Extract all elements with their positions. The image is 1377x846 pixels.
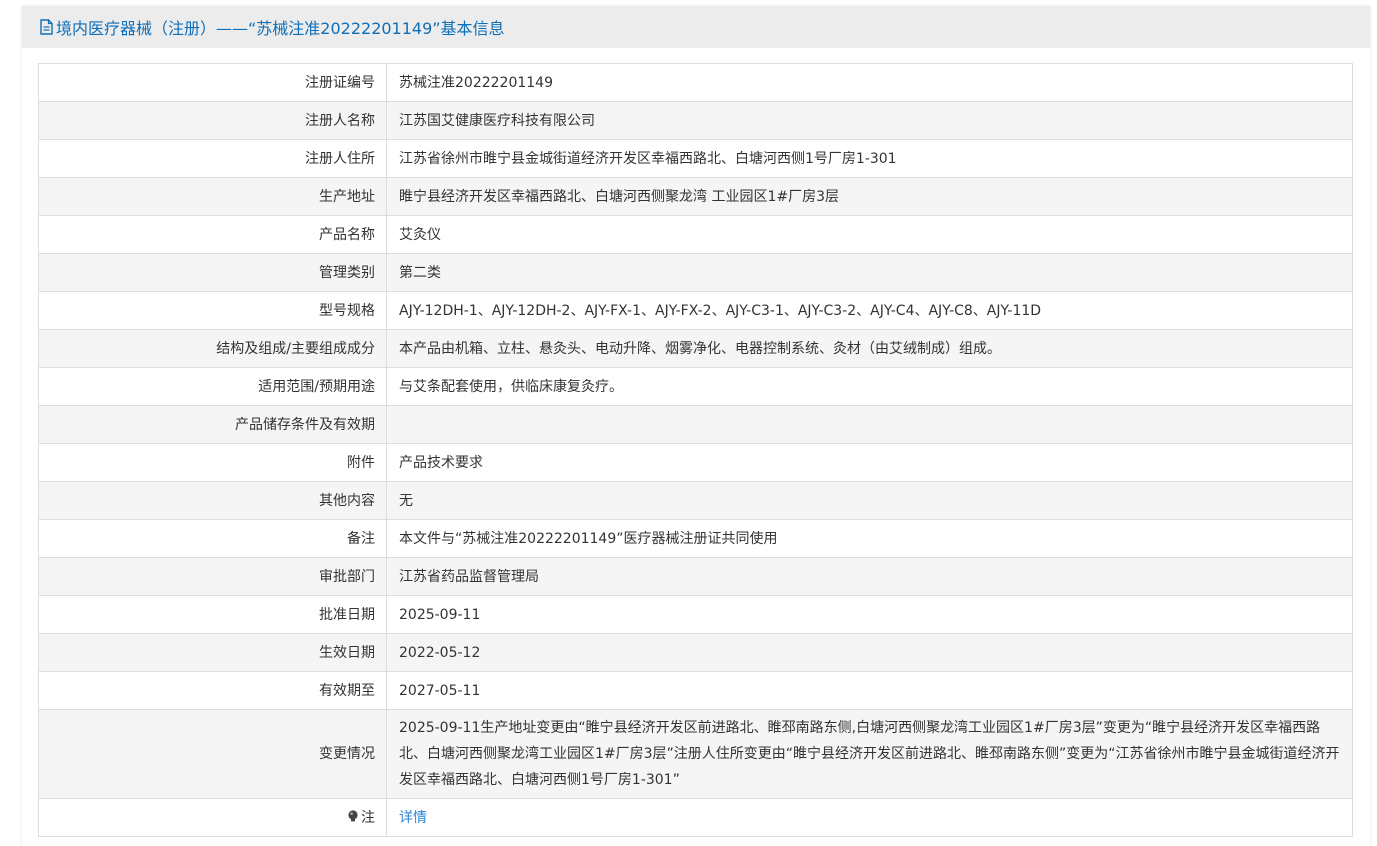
table-row: 注册人住所 江苏省徐州市睢宁县金城街道经济开发区幸福西路北、白塘河西侧1号厂房1…: [38, 139, 1353, 178]
row-label: 适用范围/预期用途: [38, 367, 387, 406]
row-value: 2025-09-11生产地址变更由“睢宁县经济开发区前进路北、睢邳南路东侧,白塘…: [386, 709, 1353, 799]
row-value: 2022-05-12: [386, 633, 1353, 672]
row-label: 其他内容: [38, 481, 387, 520]
table-row: 生产地址 睢宁县经济开发区幸福西路北、白塘河西侧聚龙湾 工业园区1#厂房3层: [38, 177, 1353, 216]
note-label: 注: [361, 809, 375, 826]
row-value: 2027-05-11: [386, 671, 1353, 710]
table-row: 有效期至 2027-05-11: [38, 671, 1353, 710]
row-value: 无: [386, 481, 1353, 520]
table-row: 结构及组成/主要组成成分 本产品由机箱、立柱、悬灸头、电动升降、烟雾净化、电器控…: [38, 329, 1353, 368]
table-row: 产品储存条件及有效期: [38, 405, 1353, 444]
table-row: 备注 本文件与“苏械注准20222201149”医疗器械注册证共同使用: [38, 519, 1353, 558]
row-value: 2025-09-11: [386, 595, 1353, 634]
panel-header: 境内医疗器械（注册）——“苏械注准20222201149”基本信息: [22, 6, 1370, 48]
table-row: 变更情况 2025-09-11生产地址变更由“睢宁县经济开发区前进路北、睢邳南路…: [38, 709, 1353, 799]
row-value: 江苏省徐州市睢宁县金城街道经济开发区幸福西路北、白塘河西侧1号厂房1-301: [386, 139, 1353, 178]
info-table-wrapper: 注册证编号 苏械注准20222201149 注册人名称 江苏国艾健康医疗科技有限…: [38, 63, 1353, 837]
row-label: 生效日期: [38, 633, 387, 672]
note-label-cell: 注: [38, 798, 387, 837]
row-value: 本文件与“苏械注准20222201149”医疗器械注册证共同使用: [386, 519, 1353, 558]
info-table-body: 注册证编号 苏械注准20222201149 注册人名称 江苏国艾健康医疗科技有限…: [38, 63, 1353, 837]
row-value: 第二类: [386, 253, 1353, 292]
row-label: 产品名称: [38, 215, 387, 254]
table-row: 审批部门 江苏省药品监督管理局: [38, 557, 1353, 596]
table-row: 注册人名称 江苏国艾健康医疗科技有限公司: [38, 101, 1353, 140]
row-value: 江苏省药品监督管理局: [386, 557, 1353, 596]
row-label: 附件: [38, 443, 387, 482]
row-label: 注册人住所: [38, 139, 387, 178]
details-link[interactable]: 详情: [399, 810, 427, 826]
note-value-cell: 详情: [386, 798, 1353, 837]
table-row: 适用范围/预期用途 与艾条配套使用，供临床康复灸疗。: [38, 367, 1353, 406]
table-row: 附件 产品技术要求: [38, 443, 1353, 482]
row-value: 与艾条配套使用，供临床康复灸疗。: [386, 367, 1353, 406]
row-label: 注册人名称: [38, 101, 387, 140]
document-icon: [40, 19, 53, 35]
table-row: 型号规格 AJY-12DH-1、AJY-12DH-2、AJY-FX-1、AJY-…: [38, 291, 1353, 330]
row-label: 备注: [38, 519, 387, 558]
table-row: 生效日期 2022-05-12: [38, 633, 1353, 672]
table-row: 批准日期 2025-09-11: [38, 595, 1353, 634]
row-label: 审批部门: [38, 557, 387, 596]
row-value: AJY-12DH-1、AJY-12DH-2、AJY-FX-1、AJY-FX-2、…: [386, 291, 1353, 330]
page-title-text: 境内医疗器械（注册）——“苏械注准20222201149”基本信息: [56, 19, 505, 38]
row-label: 有效期至: [38, 671, 387, 710]
row-value: [386, 405, 1353, 444]
row-value: 苏械注准20222201149: [386, 63, 1353, 102]
table-row-note: 注 详情: [38, 798, 1353, 837]
row-label: 生产地址: [38, 177, 387, 216]
table-row: 产品名称 艾灸仪: [38, 215, 1353, 254]
row-value: 江苏国艾健康医疗科技有限公司: [386, 101, 1353, 140]
row-label: 注册证编号: [38, 63, 387, 102]
row-label: 结构及组成/主要组成成分: [38, 329, 387, 368]
row-label: 产品储存条件及有效期: [38, 405, 387, 444]
row-label: 型号规格: [38, 291, 387, 330]
row-value: 本产品由机箱、立柱、悬灸头、电动升降、烟雾净化、电器控制系统、灸材（由艾绒制成）…: [386, 329, 1353, 368]
table-row: 注册证编号 苏械注准20222201149: [38, 63, 1353, 102]
row-value: 艾灸仪: [386, 215, 1353, 254]
page-title: 境内医疗器械（注册）——“苏械注准20222201149”基本信息: [39, 15, 505, 39]
row-label: 变更情况: [38, 709, 387, 799]
info-panel: 境内医疗器械（注册）——“苏械注准20222201149”基本信息 注册证编号 …: [22, 6, 1370, 846]
row-label: 批准日期: [38, 595, 387, 634]
row-value: 产品技术要求: [386, 443, 1353, 482]
lightbulb-icon: [348, 809, 358, 821]
row-value: 睢宁县经济开发区幸福西路北、白塘河西侧聚龙湾 工业园区1#厂房3层: [386, 177, 1353, 216]
row-label: 管理类别: [38, 253, 387, 292]
table-row: 其他内容 无: [38, 481, 1353, 520]
info-table: 注册证编号 苏械注准20222201149 注册人名称 江苏国艾健康医疗科技有限…: [38, 63, 1353, 837]
table-row: 管理类别 第二类: [38, 253, 1353, 292]
